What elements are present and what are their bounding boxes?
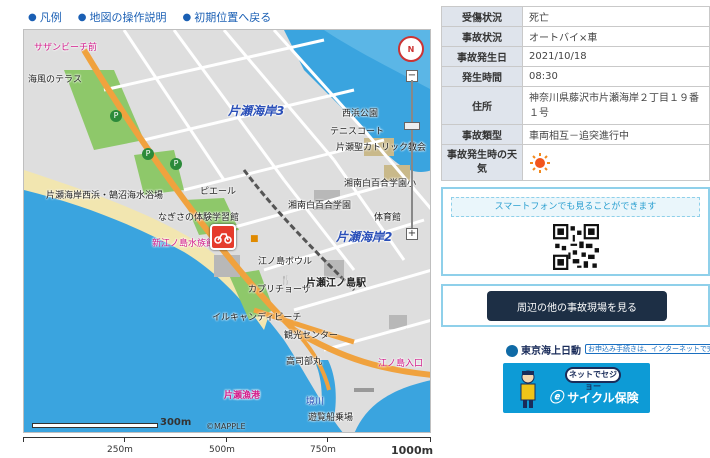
ad-bubble: ネットでセジョー (565, 367, 621, 391)
smartphone-header: スマートフォンでも見ることができます (451, 197, 700, 217)
info-value: 08:30 (522, 66, 710, 87)
map-label-enoshima-gate: 江ノ島入口 (378, 359, 424, 369)
accident-marker-icon[interactable] (210, 224, 236, 250)
legend-link-label: 凡例 (39, 11, 62, 24)
table-row: 事故発生日 2021/10/18 (441, 46, 710, 67)
map-label-school2: 湘南白百合学園 (288, 201, 352, 211)
info-value: 車両相互－追突進行中 (522, 124, 710, 145)
reset-position-link-label: 初期位置へ戻る (194, 11, 272, 24)
qr-code-icon[interactable] (553, 224, 599, 270)
map-label-bowl: 江ノ島ボウル (258, 257, 313, 267)
info-key: 事故状況 (441, 26, 523, 47)
accident-map[interactable]: サザンビーチ前 海風のテラス 片瀬海岸3 西浜公園 テニスコート 片瀬聖カトリッ… (23, 29, 431, 433)
parking-icon: P (142, 148, 154, 160)
map-label-kanko: 観光センター (284, 331, 339, 341)
table-row: 受傷状況 死亡 (441, 6, 710, 27)
ad-note: お申込み手続きは、インターネットで完結！ (585, 344, 710, 354)
parking-icon: P (110, 110, 122, 122)
distance-tick (124, 437, 125, 442)
bullet-icon: ● (77, 11, 87, 23)
distance-scale-line (23, 437, 431, 438)
map-label-illucandy: イルキャンディビーチ (212, 313, 302, 323)
cycle-insurance-banner[interactable]: ネットでセジョー ⓔ サイクル保険 (503, 363, 650, 413)
table-row: 発生時間 08:30 (441, 66, 710, 87)
info-value: オートバイ×車 (522, 26, 710, 47)
ad-brand: 東京海上日動 (506, 342, 581, 357)
map-label-aquarium: 新江ノ島水族館 (152, 239, 216, 249)
info-key: 事故発生時の天気 (441, 144, 523, 181)
map-label-seashore: 片瀬海岸西浜・鵠沼海水浴場 (46, 191, 164, 201)
map-label-nishihama: 西浜公園 (342, 109, 379, 119)
ad-header[interactable]: 東京海上日動 お申込み手続きは、インターネットで完結！ (506, 338, 710, 360)
compass-icon[interactable]: N (398, 36, 424, 62)
nearby-accidents-button[interactable]: 周辺の他の事故現場を見る (487, 291, 667, 321)
e-logo-icon: ⓔ (549, 390, 563, 406)
distance-tick-label: 500m (209, 445, 235, 455)
ad-title: ⓔ サイクル保険 (549, 387, 639, 407)
info-key: 事故類型 (441, 124, 523, 145)
distance-tick (430, 437, 431, 442)
ad-brand-text: 東京海上日動 (521, 345, 581, 357)
distance-scale: 250m 500m 750m 1000m (23, 433, 434, 458)
distance-tick (23, 437, 24, 442)
info-value: 死亡 (522, 6, 710, 27)
info-key: 事故発生日 (441, 46, 523, 67)
info-key: 発生時間 (441, 66, 523, 87)
map-label-terrace: 海風のテラス (28, 75, 82, 85)
shop-icon: ■ (250, 234, 259, 244)
info-value (522, 144, 710, 181)
info-key: 受傷状況 (441, 6, 523, 27)
map-label-area2: 片瀬海岸2 (336, 230, 393, 244)
map-scale: 300m (32, 417, 191, 430)
zoom-out-button[interactable]: + (406, 228, 418, 240)
motorbike-car-icon (214, 233, 232, 244)
info-value: 2021/10/18 (522, 46, 710, 67)
map-label-tennis: テニスコート (330, 127, 385, 137)
parking-icon: P (170, 158, 182, 170)
map-label-takada: 高司部丸 (286, 357, 323, 367)
map-label-fitness: なぎさの体験学習館 (158, 213, 240, 223)
distance-tick-label: 1000m (391, 444, 434, 457)
distance-tick (327, 437, 328, 442)
scale-label: 300m (160, 417, 192, 428)
map-label-gym: 体育館 (374, 213, 402, 223)
distance-tick-label: 250m (107, 445, 133, 455)
brand-logo-icon (506, 344, 518, 357)
bullet-icon: ● (28, 11, 37, 23)
table-row: 事故発生時の天気 (441, 144, 710, 181)
ad-title-text: サイクル保険 (567, 391, 639, 405)
bullet-icon: ● (182, 11, 192, 23)
zoom-slider[interactable]: − + (404, 70, 420, 240)
table-row: 住所 神奈川県藤沢市片瀬海岸２丁目１９番１号 (441, 86, 710, 125)
map-label-fishing-port: 片瀬漁港 (224, 391, 261, 401)
sun-icon (530, 152, 550, 173)
nearby-box: 周辺の他の事故現場を見る (441, 284, 710, 327)
map-links: ● 凡例 ● 地図の操作説明 ● 初期位置へ戻る (28, 9, 271, 25)
info-value: 神奈川県藤沢市片瀬海岸２丁目１９番１号 (522, 86, 710, 125)
map-label-boat-pier: 遊覧船乗場 (308, 413, 354, 423)
reset-position-link[interactable]: ● 初期位置へ戻る (182, 9, 271, 25)
table-row: 事故状況 オートバイ×車 (441, 26, 710, 47)
info-key: 住所 (441, 86, 523, 125)
zoom-handle[interactable] (404, 122, 420, 130)
map-label-station: 片瀬江ノ島駅 (306, 278, 366, 289)
distance-tick (226, 437, 227, 442)
person-icon (520, 370, 536, 408)
accident-info-table: 受傷状況 死亡 事故状況 オートバイ×車 事故発生日 2021/10/18 発生… (441, 6, 710, 181)
zoom-track (411, 80, 413, 230)
map-copyright: ©MAPPLE (206, 422, 246, 431)
legend-link[interactable]: ● 凡例 (28, 9, 62, 25)
compass-label: N (407, 44, 415, 54)
map-label-pier: ピエール (200, 187, 237, 197)
map-help-link[interactable]: ● 地図の操作説明 (78, 9, 167, 25)
map-label-river: 境川 (306, 397, 325, 407)
table-row: 事故類型 車両相互－追突進行中 (441, 124, 710, 145)
smartphone-box: スマートフォンでも見ることができます (441, 187, 710, 276)
map-label-shop: サザンビーチ前 (34, 43, 98, 53)
distance-tick-label: 750m (310, 445, 336, 455)
map-help-link-label: 地図の操作説明 (89, 11, 167, 24)
map-label-area3: 片瀬海岸3 (228, 104, 285, 118)
restaurant-icon: 🍴 (280, 276, 292, 286)
scale-bar (32, 423, 158, 428)
